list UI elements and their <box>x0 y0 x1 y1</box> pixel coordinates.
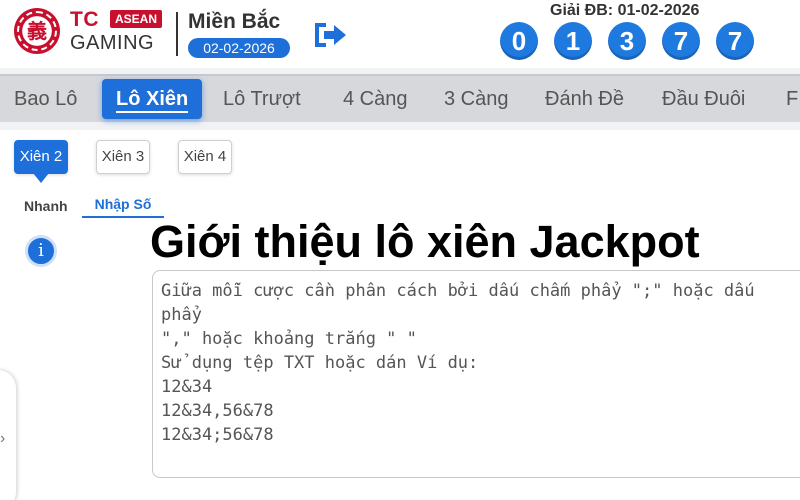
textarea-placeholder: Giữa mỗi cược cần phân cách bởi dấu chấm… <box>161 279 800 447</box>
tab-dau-duoi[interactable]: Đầu Đuôi <box>662 76 745 122</box>
info-icon[interactable]: i <box>25 235 57 267</box>
jackpot-label: Giải ĐB: 01-02-2026 <box>550 2 700 19</box>
logo-emblem-glyph: 義 <box>27 19 47 43</box>
side-drawer-handle[interactable]: › <box>0 370 16 500</box>
placeholder-line: 12&34 <box>161 377 213 397</box>
jackpot-ball: 0 <box>500 22 538 60</box>
header-divider <box>176 12 178 56</box>
logo-emblem: 義 <box>14 8 60 54</box>
jackpot-balls: 0 1 3 7 7 <box>500 22 754 60</box>
placeholder-line: Giữa mỗi cược cần phân cách bởi dấu chấm… <box>161 281 755 301</box>
jackpot-ball: 7 <box>716 22 754 60</box>
chevron-right-icon: › <box>0 430 6 447</box>
subtab-xien-4[interactable]: Xiên 4 <box>178 140 232 174</box>
tab-4-cang[interactable]: 4 Càng <box>343 76 408 122</box>
logo-badge: ASEAN <box>110 10 163 28</box>
jackpot-ball: 1 <box>554 22 592 60</box>
subtab-xien-3[interactable]: Xiên 3 <box>96 140 150 174</box>
tab-3-cang[interactable]: 3 Càng <box>444 76 509 122</box>
subtab-xien-2-label: Xiên 2 <box>19 148 63 165</box>
logout-arrow-icon[interactable] <box>312 20 348 50</box>
tab-active-underline <box>116 111 189 113</box>
tab-overflow[interactable]: F <box>786 76 798 122</box>
placeholder-line: "," hoặc khoảng trắng " " <box>161 329 417 349</box>
tab-bao-lo[interactable]: Bao Lô <box>14 76 77 122</box>
tab-lo-xien-label: Lô Xiên <box>116 88 189 110</box>
tab-lo-xien[interactable]: Lô Xiên <box>102 79 203 119</box>
subtab-pointer <box>33 173 49 183</box>
bet-numbers-textarea[interactable]: Giữa mỗi cược cần phân cách bởi dấu chấm… <box>152 270 800 478</box>
tab-danh-de[interactable]: Đánh Đề <box>545 76 624 122</box>
mode-quick[interactable]: Nhanh <box>24 198 68 214</box>
jackpot-ball: 7 <box>662 22 700 60</box>
placeholder-line: Sử dụng tệp TXT hoặc dán Ví dụ: <box>161 353 479 373</box>
logo-brand-name: GAMING <box>70 32 155 54</box>
placeholder-line: 12&34,56&78 <box>161 401 274 421</box>
logo-brand-short: TC <box>70 8 99 31</box>
bet-panel: Xiên 2 Xiên 3 Xiên 4 Nhanh Nhập Số i Giữ… <box>0 130 800 500</box>
main-nav: Bao Lô Lô Xiên Lô Trượt 4 Càng 3 Càng Đá… <box>0 74 800 122</box>
mode-enter-numbers[interactable]: Nhập Số <box>82 196 164 218</box>
jackpot-ball: 3 <box>608 22 646 60</box>
tab-lo-truot[interactable]: Lô Trượt <box>223 76 301 122</box>
app-header: 義 TC ASEAN GAMING Miền Bắc 02-02-2026 Gi… <box>0 0 800 68</box>
subtab-xien-2[interactable]: Xiên 2 <box>14 140 68 183</box>
placeholder-line: phẩy <box>161 305 202 325</box>
region-title[interactable]: Miền Bắc <box>188 10 280 34</box>
overlay-title: Giới thiệu lô xiên Jackpot <box>150 216 700 267</box>
placeholder-line: 12&34;56&78 <box>161 425 274 445</box>
region-date-badge: 02-02-2026 <box>188 38 290 58</box>
